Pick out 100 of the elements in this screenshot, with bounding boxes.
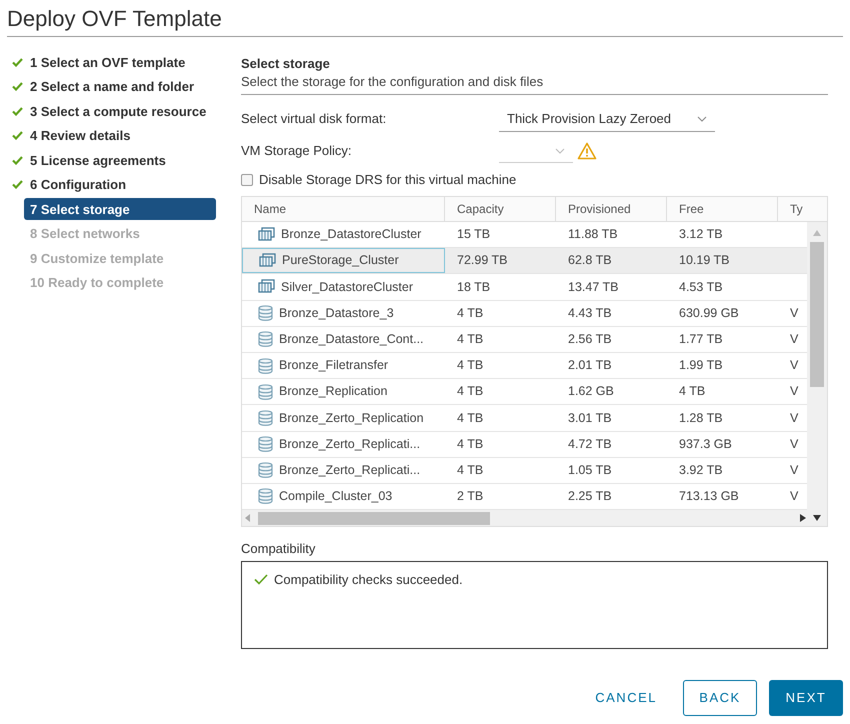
table-cell-text: 13.47 TB xyxy=(567,278,620,296)
field-label: Select virtual disk format: xyxy=(241,110,388,128)
table-cell-text: 2.01 TB xyxy=(567,357,613,374)
cluster-icon xyxy=(258,227,275,242)
table-cell-text: Bronze_Replication xyxy=(279,383,388,400)
table-cell-text: 1.28 TB xyxy=(678,410,724,427)
window-title: Deploy OVF Template xyxy=(7,4,222,33)
horizontal-scrollbar[interactable] xyxy=(242,510,808,526)
wizard-step[interactable]: 3 Select a compute resource xyxy=(24,100,212,122)
wizard-step[interactable]: 6 Configuration xyxy=(24,174,132,196)
vertical-scrollbar[interactable] xyxy=(807,222,827,526)
table-cell-text: V xyxy=(789,410,800,427)
table-cell-text: 3.01 TB xyxy=(567,410,613,427)
checkbox-label: Disable Storage DRS for this virtual machine xyxy=(259,171,516,190)
database-icon xyxy=(258,488,273,504)
database-icon xyxy=(258,410,273,426)
back-button[interactable]: BACK xyxy=(683,680,757,716)
wizard-step[interactable]: 4 Review details xyxy=(24,124,136,147)
table-cell-text: Bronze_Zerto_Replication xyxy=(279,410,424,427)
column-header[interactable]: Capacity xyxy=(445,197,556,221)
database-icon xyxy=(258,358,273,374)
table-cell-text: V xyxy=(789,330,800,348)
table-cell-text: 18 TB xyxy=(456,278,492,296)
database-icon xyxy=(258,331,273,348)
column-header[interactable]: Free xyxy=(667,197,778,221)
column-header[interactable]: Name xyxy=(242,197,445,221)
database-icon xyxy=(258,462,273,478)
section-subtitle: Select the storage for the configuration and disk files xyxy=(241,73,544,91)
table-row[interactable]: Bronze_Datastore_3 4 TB 4.43 TB 630.99 GB V xyxy=(242,300,808,327)
table-cell-text: Bronze_Datastore_Cont... xyxy=(279,330,424,348)
table-cell-text: 62.8 TB xyxy=(567,252,613,270)
table-cell-text: 4.72 TB xyxy=(567,436,613,453)
table-cell-text: Bronze_DatastoreCluster xyxy=(281,226,422,244)
wizard-step[interactable]: 2 Select a name and folder xyxy=(24,76,200,98)
table-cell-text: 1.99 TB xyxy=(678,357,724,374)
next-button[interactable]: NEXT xyxy=(769,680,843,716)
table-cell-text: 713.13 GB xyxy=(678,488,740,506)
checkbox[interactable] xyxy=(241,174,253,186)
table-cell-text: V xyxy=(789,383,800,400)
table-cell-text: 4 TB xyxy=(456,436,484,453)
table-cell-text: 15 TB xyxy=(456,226,492,244)
table-cell-text: 4 TB xyxy=(456,383,484,400)
table-cell-text: 4 TB xyxy=(456,410,484,427)
column-header[interactable]: Provisioned xyxy=(556,197,667,221)
section-title: Select storage xyxy=(241,55,331,72)
scroll-up-icon[interactable] xyxy=(813,230,821,236)
table-row[interactable]: PureStorage_Cluster 72.99 TB 62.8 TB 10.19 TB xyxy=(242,248,808,274)
scroll-down-icon[interactable] xyxy=(813,515,821,521)
disk-format-dropdown[interactable]: Thick Provision Lazy Zeroed xyxy=(499,106,715,132)
table-cell-text: 4.43 TB xyxy=(567,304,613,322)
table-cell-text: 72.99 TB xyxy=(456,252,509,270)
table-cell-text: 4 TB xyxy=(678,383,706,400)
scrollbar-thumb[interactable] xyxy=(258,512,490,524)
database-icon xyxy=(258,384,273,400)
table-row[interactable]: Bronze_Zerto_Replicati... 4 TB 1.05 TB 3.92 TB V xyxy=(242,458,808,484)
table-cell-text: Compile_Cluster_03 xyxy=(279,488,392,506)
scrollbar-thumb[interactable] xyxy=(810,242,824,387)
table-cell-text: PureStorage_Cluster xyxy=(282,252,399,270)
wizard-step[interactable]: 5 License agreements xyxy=(24,149,172,172)
table-cell-text: 4.53 TB xyxy=(678,278,724,296)
table-cell-text: 1.05 TB xyxy=(567,462,613,479)
table-cell-text: 3.92 TB xyxy=(678,462,724,479)
chevron-down-icon xyxy=(697,116,707,122)
database-icon xyxy=(258,436,273,452)
section-label: Compatibility xyxy=(241,540,316,557)
table-cell-text: Bronze_Zerto_Replicati... xyxy=(279,436,420,453)
table-cell-text: 937.3 GB xyxy=(678,436,733,453)
table-cell-text: V xyxy=(789,357,800,374)
table-cell-text: Silver_DatastoreCluster xyxy=(281,278,413,296)
table-cell-text: 630.99 GB xyxy=(678,304,740,322)
table-cell-text: Bronze_Filetransfer xyxy=(279,357,388,374)
cluster-icon xyxy=(259,253,276,268)
table-cell-text: 2 TB xyxy=(456,488,484,506)
table-cell-text: 3.12 TB xyxy=(678,226,724,244)
column-header[interactable]: Ty xyxy=(778,197,808,221)
table-row[interactable]: Bronze_Zerto_Replicati... 4 TB 4.72 TB 937.3 GB V xyxy=(242,432,808,458)
table-cell-text: 4 TB xyxy=(456,330,484,348)
table-cell-text: V xyxy=(789,436,800,453)
table-cell-text: V xyxy=(789,462,800,479)
table-cell-text: 11.88 TB xyxy=(567,226,619,244)
database-icon xyxy=(258,305,273,322)
compatibility-message: Compatibility checks succeeded. xyxy=(274,571,463,589)
table-cell-text: 4 TB xyxy=(456,357,484,374)
scroll-left-icon[interactable] xyxy=(245,514,251,522)
table-cell-text: 4 TB xyxy=(456,304,484,322)
field-label: VM Storage Policy: xyxy=(241,142,353,160)
table-cell-text: 10.19 TB xyxy=(678,252,731,270)
cluster-icon xyxy=(258,279,275,294)
table-cell-text: 1.62 GB xyxy=(567,383,615,400)
table-cell-text: 2.56 TB xyxy=(567,330,613,348)
table-cell-text: 4 TB xyxy=(456,462,484,479)
wizard-step[interactable]: 7 Select storage xyxy=(24,198,216,220)
table-cell-text: Bronze_Datastore_3 xyxy=(279,304,394,322)
table-cell-text: V xyxy=(789,304,800,322)
wizard-step[interactable]: 1 Select an OVF template xyxy=(24,51,192,74)
table-cell-text: Bronze_Zerto_Replicati... xyxy=(279,462,420,479)
table-cell-text: 2.25 TB xyxy=(567,488,613,506)
table-cell-text: 1.77 TB xyxy=(678,330,724,348)
chevron-down-icon xyxy=(555,148,565,154)
table-cell-text: V xyxy=(789,488,800,506)
